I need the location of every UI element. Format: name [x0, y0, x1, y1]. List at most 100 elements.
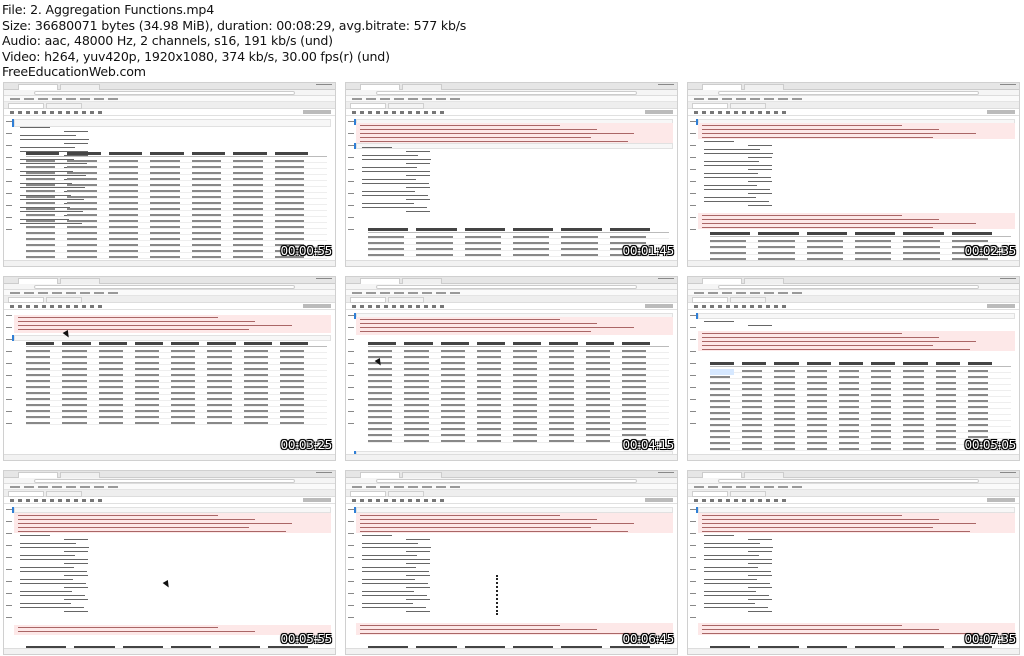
toolbar-icon[interactable] — [74, 499, 78, 502]
menu-item[interactable] — [366, 486, 376, 488]
menu-item[interactable] — [408, 486, 418, 488]
toolbar-icon[interactable] — [440, 111, 444, 114]
toolbar-icon[interactable] — [424, 305, 428, 308]
sidebar-icon[interactable] — [690, 363, 696, 364]
menu-item[interactable] — [750, 292, 760, 294]
toolbar-icon[interactable] — [98, 499, 102, 502]
toolbar-icon[interactable] — [766, 111, 770, 114]
toolbar-icon[interactable] — [702, 499, 706, 502]
code-cell[interactable] — [356, 143, 673, 149]
toolbar-icon[interactable] — [726, 111, 730, 114]
toolbar-icon[interactable] — [710, 111, 714, 114]
toolbar-icon[interactable] — [440, 499, 444, 502]
toolbar-icon[interactable] — [408, 305, 412, 308]
sidebar-icon[interactable] — [6, 351, 12, 352]
menu-item[interactable] — [450, 292, 460, 294]
sidebar-icon[interactable] — [348, 193, 354, 194]
sidebar-icon[interactable] — [348, 363, 354, 364]
toolbar-icon[interactable] — [34, 111, 38, 114]
sidebar-icon[interactable] — [690, 327, 696, 328]
menu-item[interactable] — [366, 292, 376, 294]
toolbar-icon[interactable] — [782, 305, 786, 308]
window-controls[interactable] — [316, 472, 332, 476]
toolbar-icon[interactable] — [82, 305, 86, 308]
toolbar-icon[interactable] — [400, 305, 404, 308]
menu-item[interactable] — [436, 98, 446, 100]
toolbar-icon[interactable] — [360, 111, 364, 114]
toolbar-icon[interactable] — [408, 499, 412, 502]
menu-item[interactable] — [422, 98, 432, 100]
menu-item[interactable] — [38, 486, 48, 488]
sidebar-icon[interactable] — [348, 533, 354, 534]
url-input[interactable] — [34, 479, 295, 483]
sidebar-icon[interactable] — [6, 229, 12, 230]
toolbar-icon[interactable] — [718, 111, 722, 114]
toolbar-icon[interactable] — [384, 111, 388, 114]
sidebar-icon[interactable] — [690, 557, 696, 558]
toolbar-icon[interactable] — [424, 499, 428, 502]
toolbar-icon[interactable] — [74, 111, 78, 114]
toolbar-icon[interactable] — [90, 111, 94, 114]
menu-item[interactable] — [366, 98, 376, 100]
toolbar-icon[interactable] — [734, 111, 738, 114]
toolbar-icon[interactable] — [392, 111, 396, 114]
sidebar-icon[interactable] — [690, 533, 696, 534]
toolbar-icon[interactable] — [384, 499, 388, 502]
sidebar-icon[interactable] — [348, 205, 354, 206]
menu-item[interactable] — [94, 292, 104, 294]
toolbar-icon[interactable] — [352, 305, 356, 308]
toolbar-icon[interactable] — [34, 305, 38, 308]
toolbar-icon[interactable] — [42, 111, 46, 114]
toolbar-icon[interactable] — [392, 305, 396, 308]
menu-item[interactable] — [52, 292, 62, 294]
menu-item[interactable] — [408, 98, 418, 100]
sidebar-icon[interactable] — [6, 157, 12, 158]
url-input[interactable] — [718, 285, 979, 289]
toolbar-icon[interactable] — [416, 111, 420, 114]
toolbar-icon[interactable] — [710, 305, 714, 308]
menu-item[interactable] — [380, 292, 390, 294]
menu-item[interactable] — [108, 292, 118, 294]
menu-item[interactable] — [94, 98, 104, 100]
menu-item[interactable] — [792, 98, 802, 100]
menu-item[interactable] — [394, 486, 404, 488]
menu-item[interactable] — [38, 98, 48, 100]
toolbar-icon[interactable] — [376, 499, 380, 502]
sidebar-icon[interactable] — [348, 217, 354, 218]
toolbar-icon[interactable] — [376, 111, 380, 114]
sidebar-icon[interactable] — [690, 145, 696, 146]
sidebar-icon[interactable] — [690, 593, 696, 594]
menu-item[interactable] — [10, 486, 20, 488]
sidebar-icon[interactable] — [348, 557, 354, 558]
sidebar-icon[interactable] — [348, 411, 354, 412]
toolbar-icon[interactable] — [58, 111, 62, 114]
toolbar-icon[interactable] — [432, 111, 436, 114]
menu-item[interactable] — [108, 486, 118, 488]
sidebar-icon[interactable] — [6, 533, 12, 534]
menu-item[interactable] — [66, 98, 76, 100]
sidebar-icon[interactable] — [348, 593, 354, 594]
sidebar-icon[interactable] — [348, 169, 354, 170]
menu-item[interactable] — [422, 292, 432, 294]
toolbar-icon[interactable] — [90, 499, 94, 502]
url-input[interactable] — [376, 91, 637, 95]
toolbar-icon[interactable] — [758, 111, 762, 114]
sidebar-icon[interactable] — [6, 387, 12, 388]
sidebar-icon[interactable] — [690, 399, 696, 400]
window-controls[interactable] — [658, 472, 674, 476]
url-input[interactable] — [34, 285, 295, 289]
code-cell[interactable] — [14, 119, 331, 127]
toolbar-icon[interactable] — [702, 111, 706, 114]
toolbar-icon[interactable] — [774, 499, 778, 502]
toolbar-icon[interactable] — [10, 499, 14, 502]
toolbar-icon[interactable] — [50, 305, 54, 308]
menu-item[interactable] — [422, 486, 432, 488]
menu-item[interactable] — [10, 292, 20, 294]
sidebar-icon[interactable] — [348, 229, 354, 230]
toolbar-icon[interactable] — [774, 111, 778, 114]
menu-item[interactable] — [80, 486, 90, 488]
toolbar-icon[interactable] — [758, 499, 762, 502]
toolbar-icon[interactable] — [758, 305, 762, 308]
menu-item[interactable] — [394, 98, 404, 100]
toolbar-icon[interactable] — [18, 111, 22, 114]
